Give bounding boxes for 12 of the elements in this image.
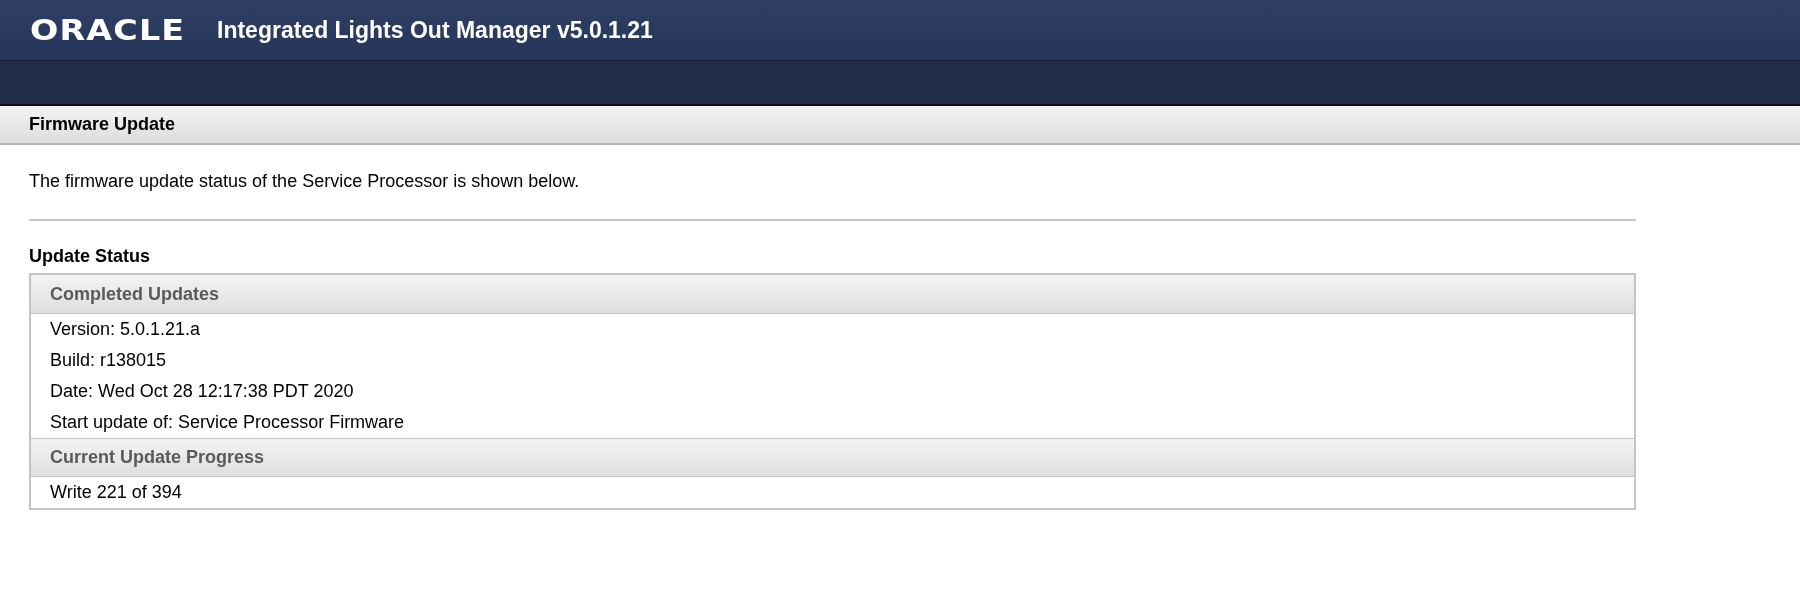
table-section-header: Completed Updates (50, 282, 220, 306)
description-text: The firmware update status of the Service Processor is shown below. (29, 170, 581, 193)
status-line: Build: r138015 (50, 349, 167, 372)
status-line: Date: Wed Oct 28 12:17:38 PDT 2020 (50, 380, 354, 403)
section-heading: Update Status (29, 245, 152, 268)
status-line: Version: 5.0.1.21.a (50, 318, 201, 341)
status-line: Start update of: Service Processor Firmware (50, 411, 405, 434)
status-line: Write 221 of 394 (50, 481, 182, 504)
logo: ORACLE (30, 15, 186, 45)
page-title: Firmware Update (29, 113, 176, 136)
app-title: Integrated Lights Out Manager v5.0.1.21 (217, 15, 653, 45)
table-section-header: Current Update Progress (50, 446, 265, 469)
